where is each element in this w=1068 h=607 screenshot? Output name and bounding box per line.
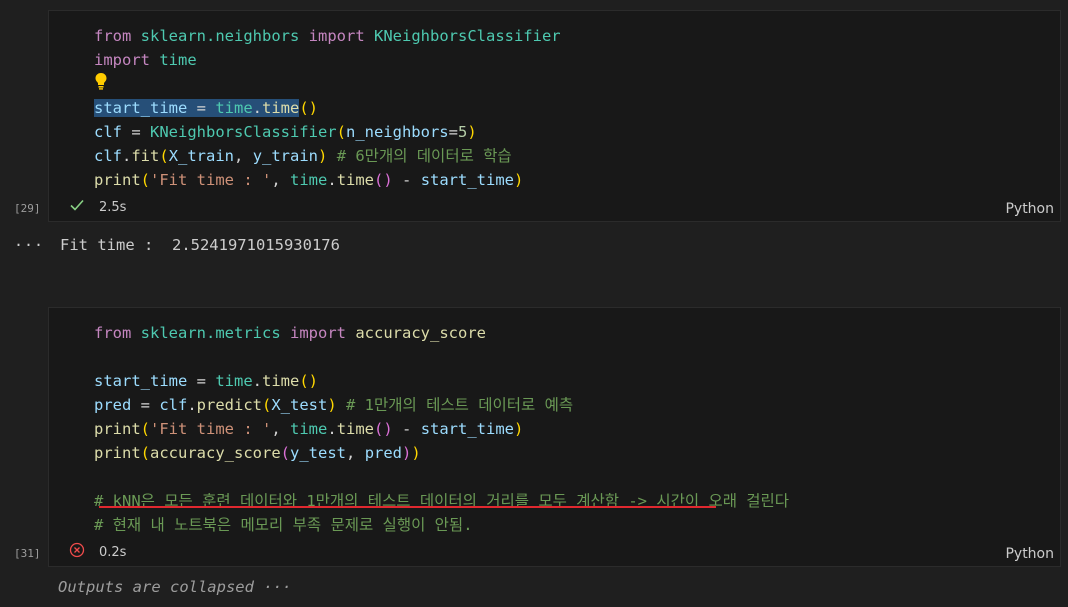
cell-2-editor[interactable]: from sklearn.metrics import accuracy_sco… <box>94 321 789 537</box>
red-underline-annotation <box>99 506 716 508</box>
code-line: pred = clf.predict(X_test) # 1만개의 테스트 데이… <box>94 396 574 414</box>
error-circle-icon <box>69 542 85 562</box>
cell-1-editor[interactable]: from sklearn.neighbors import KNeighbors… <box>94 24 561 192</box>
code-cell-1[interactable]: from sklearn.neighbors import KNeighbors… <box>48 10 1061 222</box>
execution-time: 2.5s <box>99 199 127 215</box>
code-line: # kNN은 모든 훈련 데이터와 1만개의 테스트 데이터의 거리를 모두 계… <box>94 492 790 510</box>
language-picker[interactable]: Python <box>1005 546 1054 562</box>
code-line: print('Fit time : ', time.time() - start… <box>94 171 524 189</box>
cell-output: Fit time : 2.5241971015930176 <box>60 236 340 254</box>
code-line: print('Fit time : ', time.time() - start… <box>94 420 524 438</box>
check-icon <box>69 197 85 217</box>
code-line: # 현재 내 노트북은 메모리 부족 문제로 실행이 안됨. <box>94 516 473 534</box>
lightbulb-icon[interactable] <box>94 73 108 94</box>
code-line: from sklearn.metrics import accuracy_sco… <box>94 324 486 342</box>
cell-2-status: 0.2s <box>69 542 127 562</box>
execution-time: 0.2s <box>99 544 127 560</box>
cell-1-status: 2.5s <box>69 199 126 215</box>
output-more-button[interactable]: ··· <box>14 236 44 254</box>
language-picker[interactable]: Python <box>1005 201 1054 217</box>
code-line: clf = KNeighborsClassifier(n_neighbors=5… <box>94 123 477 141</box>
code-line: from sklearn.neighbors import KNeighbors… <box>94 27 561 45</box>
outputs-collapsed[interactable]: Outputs are collapsed ··· <box>58 578 291 596</box>
code-cell-2[interactable]: from sklearn.metrics import accuracy_sco… <box>48 307 1061 567</box>
code-line: start_time = time.time() <box>94 372 318 390</box>
code-line: import time <box>94 51 197 69</box>
code-line <box>94 72 561 96</box>
code-line: start_time = time.time() <box>94 99 318 117</box>
execution-count: [31] <box>14 547 41 560</box>
execution-count: [29] <box>14 202 41 215</box>
code-line: print(accuracy_score(y_test, pred)) <box>94 444 421 462</box>
code-line: clf.fit(X_train, y_train) # 6만개의 데이터로 학습 <box>94 147 512 165</box>
